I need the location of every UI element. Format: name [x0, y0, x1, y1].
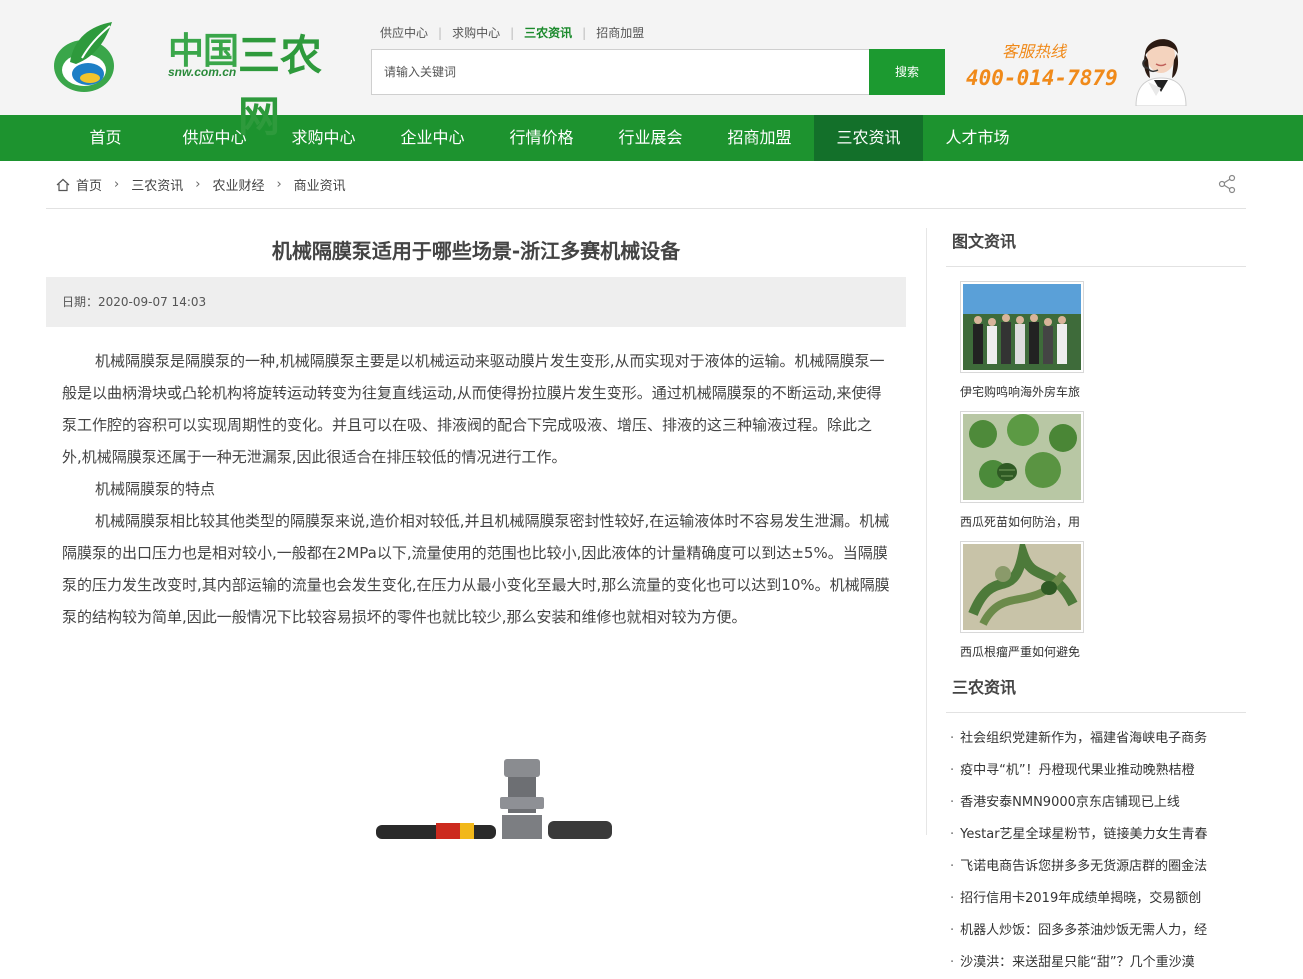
top-link-purchase[interactable]: 求购中心 [452, 24, 500, 41]
top-link-news[interactable]: 三农资讯 [524, 24, 572, 41]
chevron-right-icon: › [276, 177, 282, 192]
article-subheading: 机械隔膜泵的特点 [95, 480, 216, 498]
nav-franchise[interactable]: 招商加盟 [705, 115, 814, 161]
nav-talent[interactable]: 人才市场 [923, 115, 1032, 161]
article-paragraph: 机械隔膜泵相比较其他类型的隔膜泵来说,造价相对较低,并且机械隔膜泵密封性较好,在… [62, 512, 890, 626]
watermelon-field-photo [963, 414, 1081, 500]
search-input[interactable]: 请输入关键词 [371, 49, 869, 95]
pic-news-image[interactable] [960, 281, 1084, 373]
breadcrumb-home[interactable]: 首页 [76, 175, 102, 194]
pic-news-caption[interactable]: 西瓜死苗如何防治，用 [960, 513, 1084, 533]
news-list: · 社会组织党建新作为，福建省海峡电子商务 · 疫中寻“机”！丹橙现代果业推动晚熟桔… [946, 713, 1246, 979]
article-body: 机械隔膜泵是隔膜泵的一种,机械隔膜泵主要是以机械运动来驱动膜片发生变形,从而实现… [46, 327, 906, 633]
news-item[interactable]: · 机器人炒饭：囧多多茶油炒饭无需人力，经 [946, 915, 1246, 947]
logo-leaf-icon [54, 22, 114, 92]
chevron-right-icon: › [195, 177, 201, 192]
home-icon [56, 178, 70, 191]
nav-enterprise[interactable]: 企业中心 [378, 115, 487, 161]
article: 机械隔膜泵适用于哪些场景-浙江多赛机械设备 日期：2020-09-07 14:0… [46, 225, 906, 839]
nav-exhibition[interactable]: 行业展会 [596, 115, 705, 161]
article-paragraph: 机械隔膜泵是隔膜泵的一种,机械隔膜泵主要是以机械运动来驱动膜片发生变形,从而实现… [62, 352, 885, 466]
news-item[interactable]: · 香港安泰NMN9000京东店铺现已上线 [946, 787, 1246, 819]
news-item[interactable]: · Yestar艺星全球星粉节，链接美力女生青春 [946, 819, 1246, 851]
pic-news-item[interactable]: 西瓜死苗如何防治，用 [960, 411, 1108, 533]
pic-news-caption[interactable]: 西瓜根瘤严重如何避免 [960, 643, 1084, 663]
pic-news-caption[interactable]: 伊宅购鸣响海外房车旅 [960, 383, 1084, 403]
news-item[interactable]: · 沙漠洪：来送甜星只能“甜”？几个重沙漠 [946, 947, 1246, 979]
news-item[interactable]: · 飞诺电商告诉您拼多多无货源店群的圈金法 [946, 851, 1246, 883]
search-button[interactable]: 搜索 [869, 49, 945, 95]
crowd-photo [963, 284, 1081, 370]
nav-market-price[interactable]: 行情价格 [487, 115, 596, 161]
hotline-label: 客服热线 [1002, 42, 1067, 61]
news-item[interactable]: · 疫中寻“机”！丹橙现代果业推动晚熟桔橙 [946, 755, 1246, 787]
news-heading: 三农资讯 [946, 671, 1246, 713]
pic-news-image[interactable] [960, 411, 1084, 503]
hotline-number: 400-014-7879 [966, 66, 1118, 90]
main-nav: 首页 供应中心 求购中心 企业中心 行情价格 行业展会 招商加盟 三农资讯 人才… [0, 115, 1303, 161]
pic-news-heading: 图文资讯 [946, 225, 1246, 267]
top-link-franchise[interactable]: 招商加盟 [596, 24, 644, 41]
news-item[interactable]: · 社会组织党建新作为，福建省海峡电子商务 [946, 723, 1246, 755]
header: 中国 三农网 snw.com.cn 供应中心 | 求购中心 | 三农资讯 | 招… [0, 0, 1303, 140]
pic-news-image[interactable] [960, 541, 1084, 633]
article-title: 机械隔膜泵适用于哪些场景-浙江多赛机械设备 [271, 239, 681, 263]
logo-domain: snw.com.cn [168, 65, 237, 79]
top-link-supply[interactable]: 供应中心 [380, 24, 428, 41]
pic-news-item[interactable]: 伊宅购鸣响海外房车旅 [960, 281, 1108, 403]
nav-news[interactable]: 三农资讯 [814, 115, 923, 161]
breadcrumb-news[interactable]: 三农资讯 [131, 175, 183, 194]
pic-news-grid: 伊宅购鸣响海外房车旅 西瓜死苗如何防治，用 西瓜根瘤严重如何避免 [946, 267, 1246, 671]
pic-news-item[interactable]: 西瓜根瘤严重如何避免 [960, 541, 1108, 663]
breadcrumb: 首页 › 三农资讯 › 农业财经 › 商业资讯 [46, 161, 1246, 209]
wilted-plants-photo [963, 544, 1081, 630]
breadcrumb-business[interactable]: 商业资讯 [294, 175, 346, 194]
search-bar: 请输入关键词 搜索 [371, 49, 945, 95]
site-logo[interactable]: 中国 三农网 snw.com.cn [50, 18, 325, 140]
breadcrumb-finance[interactable]: 农业财经 [212, 175, 264, 194]
top-links: 供应中心 | 求购中心 | 三农资讯 | 招商加盟 [380, 24, 645, 41]
article-date: 日期：2020-09-07 14:03 [46, 277, 906, 327]
sidebar: 图文资讯 伊宅购鸣响海外房车旅 西瓜死苗如何防治，用 西瓜根瘤严重如何避免 三农… [946, 225, 1246, 979]
column-divider [926, 228, 927, 835]
logo-text-big: 三农网 [238, 32, 323, 140]
pump-product-image [376, 759, 612, 839]
nav-home[interactable]: 首页 [51, 115, 160, 161]
share-icon[interactable] [1218, 174, 1236, 194]
customer-service-agent-icon [1135, 39, 1187, 106]
chevron-right-icon: › [114, 177, 120, 192]
news-item[interactable]: · 招行信用卡2019年成绩单揭晓，交易额创 [946, 883, 1246, 915]
